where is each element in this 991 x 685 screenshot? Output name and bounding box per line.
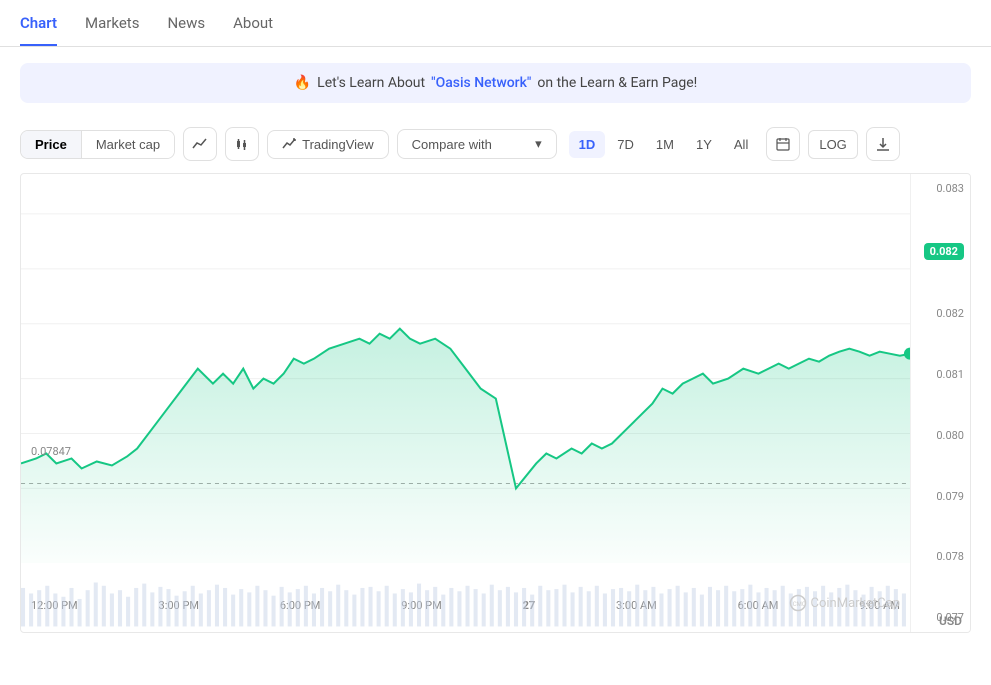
price-button[interactable]: Price xyxy=(21,131,81,158)
price-chart: 0.083 0.082 0.082 0.081 0.080 0.079 0.07… xyxy=(20,173,971,633)
line-chart-icon xyxy=(192,136,208,152)
compare-button[interactable]: Compare with ▾ xyxy=(397,129,557,159)
y-axis: 0.083 0.082 0.082 0.081 0.080 0.079 0.07… xyxy=(910,174,970,632)
tab-news[interactable]: News xyxy=(167,0,205,46)
tradingview-button[interactable]: TradingView xyxy=(267,130,389,159)
usd-label: USD xyxy=(939,614,962,628)
min-price-label: 0.07847 xyxy=(31,445,71,458)
tradingview-icon xyxy=(282,137,296,151)
market-cap-button[interactable]: Market cap xyxy=(81,131,174,158)
coinmarketcap-watermark: CMC CoinMarketCap xyxy=(789,594,900,612)
banner-text-after: on the Learn & Earn Page! xyxy=(537,75,697,91)
y-label-080: 0.080 xyxy=(917,429,964,442)
time-1m-button[interactable]: 1M xyxy=(646,131,684,158)
time-7d-button[interactable]: 7D xyxy=(607,131,644,158)
chart-toolbar: Price Market cap TradingView Compare wit… xyxy=(0,119,991,173)
calendar-icon xyxy=(776,137,790,151)
chevron-down-icon: ▾ xyxy=(535,136,542,152)
y-label-078: 0.078 xyxy=(917,550,964,563)
watermark-text: CoinMarketCap xyxy=(811,596,900,611)
price-marketcap-toggle: Price Market cap xyxy=(20,130,175,159)
tab-about[interactable]: About xyxy=(233,0,273,46)
banner-text-before: Let's Learn About xyxy=(317,75,425,91)
compare-label: Compare with xyxy=(412,137,492,152)
download-icon xyxy=(876,137,890,151)
tab-markets[interactable]: Markets xyxy=(85,0,139,46)
download-button[interactable] xyxy=(866,127,900,161)
volume-svg xyxy=(21,577,910,632)
y-label-083: 0.083 xyxy=(917,182,964,195)
current-price-badge: 0.082 xyxy=(924,243,964,260)
time-1d-button[interactable]: 1D xyxy=(569,131,606,158)
tradingview-label: TradingView xyxy=(302,137,374,152)
y-label-082: 0.082 xyxy=(917,307,964,320)
nav-tabs: Chart Markets News About xyxy=(0,0,991,47)
time-all-button[interactable]: All xyxy=(724,131,758,158)
candle-chart-icon xyxy=(234,136,250,152)
y-label-079: 0.079 xyxy=(917,490,964,503)
tab-chart[interactable]: Chart xyxy=(20,0,57,46)
time-1y-button[interactable]: 1Y xyxy=(686,131,722,158)
fire-icon: 🔥 xyxy=(294,75,311,91)
svg-text:CMC: CMC xyxy=(792,601,805,608)
banner-link[interactable]: "Oasis Network" xyxy=(431,75,531,91)
y-label-081: 0.081 xyxy=(917,368,964,381)
promo-banner: 🔥 Let's Learn About "Oasis Network" on t… xyxy=(20,63,971,103)
candle-chart-button[interactable] xyxy=(225,127,259,161)
y-label-current: 0.082 xyxy=(917,243,964,260)
cmc-logo-icon: CMC xyxy=(789,594,807,612)
calendar-button[interactable] xyxy=(766,127,800,161)
time-range-group: 1D 7D 1M 1Y All xyxy=(569,131,759,158)
log-button[interactable]: LOG xyxy=(808,130,857,159)
chart-svg xyxy=(21,174,910,563)
line-chart-button[interactable] xyxy=(183,127,217,161)
